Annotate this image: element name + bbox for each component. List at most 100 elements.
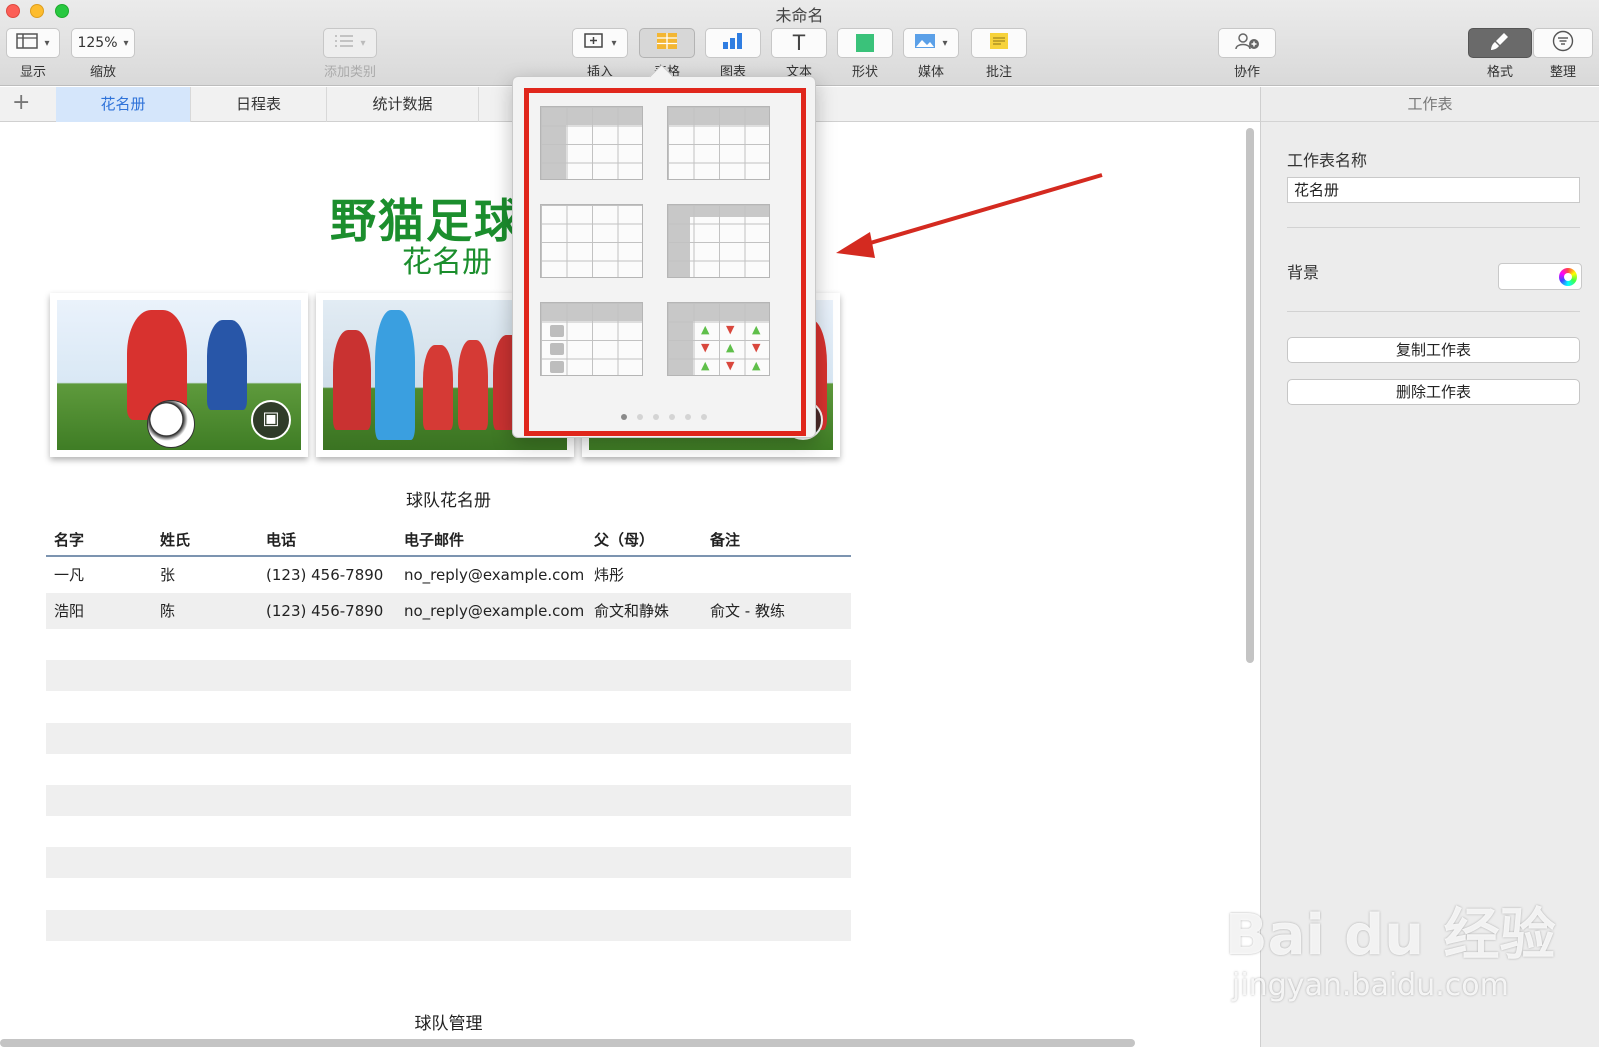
header-notes[interactable]: 备注 bbox=[702, 523, 740, 557]
baidu-watermark-url: jingyan.baidu.com bbox=[1232, 968, 1509, 1003]
color-wheel-icon[interactable] bbox=[1559, 268, 1577, 286]
duplicate-sheet-button[interactable]: 复制工作表 bbox=[1287, 337, 1580, 363]
photo-1[interactable]: ▣ bbox=[50, 293, 308, 457]
cell-last-name[interactable]: 陈 bbox=[152, 593, 175, 629]
shape-tool[interactable]: 形状 bbox=[837, 28, 893, 80]
organize-button[interactable] bbox=[1533, 28, 1593, 58]
media-tool[interactable]: ▾ 媒体 bbox=[903, 28, 959, 80]
comment-tool[interactable]: 批注 bbox=[971, 28, 1027, 80]
soccer-action-image: ▣ bbox=[57, 300, 301, 450]
divider bbox=[1287, 311, 1580, 312]
table-icon bbox=[656, 32, 678, 54]
table-button[interactable] bbox=[639, 28, 695, 58]
header-first-name[interactable]: 名字 bbox=[46, 523, 84, 557]
tab-schedule[interactable]: 日程表 bbox=[191, 87, 327, 122]
collaborate-button[interactable] bbox=[1218, 28, 1276, 58]
cell-last-name[interactable]: 张 bbox=[152, 557, 175, 593]
chart-button[interactable] bbox=[705, 28, 761, 58]
image-placeholder-icon[interactable]: ▣ bbox=[251, 400, 291, 440]
vertical-scrollbar[interactable] bbox=[1246, 128, 1254, 663]
chevron-down-icon: ▾ bbox=[942, 37, 948, 49]
empty-table-row[interactable] bbox=[46, 785, 851, 816]
format-button[interactable] bbox=[1468, 28, 1532, 58]
tab-statistics[interactable]: 统计数据 bbox=[327, 87, 479, 122]
baidu-watermark-logo: Bai du 经验 bbox=[1225, 903, 1556, 968]
cell-notes[interactable]: 俞文 - 教练 bbox=[702, 593, 785, 629]
document-subtitle[interactable]: 花名册 bbox=[402, 237, 492, 281]
cell-phone[interactable]: (123) 456-7890 bbox=[258, 593, 383, 629]
empty-table-row[interactable] bbox=[46, 847, 851, 878]
zoom-tool[interactable]: 125% ▾ 缩放 bbox=[71, 28, 135, 80]
cell-phone[interactable]: (123) 456-7890 bbox=[258, 557, 383, 593]
toolbar: 未命名 ▾ 显示 125% ▾ 缩放 ▾ 添加类别 ▾ 插入 图表 T 文本 形… bbox=[0, 0, 1599, 86]
table-header-row: 名字 姓氏 电话 电子邮件 父（母） 备注 bbox=[46, 523, 851, 557]
add-person-icon bbox=[1234, 32, 1260, 54]
comment-icon bbox=[989, 32, 1009, 54]
organize-label: 整理 bbox=[1549, 65, 1576, 80]
empty-table-row[interactable] bbox=[46, 723, 851, 754]
inspector-header: 工作表 bbox=[1261, 87, 1599, 122]
insert-button[interactable]: ▾ bbox=[572, 28, 628, 58]
paintbrush-icon bbox=[1490, 31, 1510, 55]
text-tool[interactable]: T 文本 bbox=[771, 28, 827, 80]
sheet-name-label: 工作表名称 bbox=[1287, 151, 1368, 170]
organize-tool[interactable]: 整理 bbox=[1533, 28, 1593, 80]
chevron-down-icon: ▾ bbox=[123, 37, 129, 49]
add-category-button[interactable]: ▾ bbox=[323, 28, 377, 58]
image-icon bbox=[914, 33, 936, 53]
roster-table-title[interactable]: 球队花名册 bbox=[0, 486, 897, 511]
cell-email[interactable]: no_reply@example.com bbox=[396, 593, 584, 629]
header-last-name[interactable]: 姓氏 bbox=[152, 523, 190, 557]
chart-tool[interactable]: 图表 bbox=[705, 28, 761, 80]
team-management-title[interactable]: 球队管理 bbox=[0, 1009, 897, 1034]
chevron-down-icon: ▾ bbox=[611, 37, 617, 49]
chevron-down-icon: ▾ bbox=[360, 37, 366, 49]
header-phone[interactable]: 电话 bbox=[258, 523, 296, 557]
empty-table-row[interactable] bbox=[46, 910, 851, 941]
insert-tool[interactable]: ▾ 插入 bbox=[572, 28, 628, 80]
shape-button[interactable] bbox=[837, 28, 893, 58]
divider bbox=[1287, 227, 1580, 228]
delete-sheet-button[interactable]: 删除工作表 bbox=[1287, 379, 1580, 405]
collaborate-label: 协作 bbox=[1233, 65, 1260, 80]
view-tool[interactable]: ▾ 显示 bbox=[6, 28, 60, 80]
roster-table[interactable]: 名字 姓氏 电话 电子邮件 父（母） 备注 一凡 张 (123) 456-789… bbox=[46, 523, 851, 629]
background-label: 背景 bbox=[1287, 263, 1320, 282]
chevron-down-icon: ▾ bbox=[44, 37, 50, 49]
empty-table-row[interactable] bbox=[46, 660, 851, 691]
list-icon bbox=[334, 34, 354, 52]
text-icon: T bbox=[792, 30, 806, 55]
table-row: 浩阳 陈 (123) 456-7890 no_reply@example.com… bbox=[46, 593, 851, 629]
text-button[interactable]: T bbox=[771, 28, 827, 58]
annotation-highlight-box bbox=[524, 88, 806, 436]
add-sheet-button[interactable]: + bbox=[12, 90, 30, 115]
background-color-well[interactable] bbox=[1498, 263, 1582, 290]
media-button[interactable]: ▾ bbox=[903, 28, 959, 58]
horizontal-scrollbar[interactable] bbox=[0, 1039, 1135, 1047]
header-email[interactable]: 电子邮件 bbox=[396, 523, 464, 557]
collaborate-tool[interactable]: 协作 bbox=[1218, 28, 1276, 80]
cell-first-name[interactable]: 浩阳 bbox=[46, 593, 84, 629]
filter-icon bbox=[1552, 30, 1574, 56]
sheet-name-field[interactable]: 花名册 bbox=[1287, 177, 1580, 203]
shape-icon bbox=[856, 34, 874, 52]
shape-label: 形状 bbox=[851, 65, 878, 80]
category-label: 添加类别 bbox=[323, 65, 376, 80]
sidebar-icon bbox=[16, 33, 39, 53]
tab-roster[interactable]: 花名册 bbox=[56, 87, 191, 122]
format-tool[interactable]: 格式 bbox=[1468, 28, 1532, 80]
cell-email[interactable]: no_reply@example.com bbox=[396, 557, 584, 593]
bar-chart-icon bbox=[721, 32, 745, 54]
cell-parent[interactable]: 俞文和静姝 bbox=[586, 593, 669, 629]
view-button[interactable]: ▾ bbox=[6, 28, 60, 58]
format-label: 格式 bbox=[1486, 65, 1513, 80]
zoom-select[interactable]: 125% ▾ bbox=[71, 28, 135, 58]
comment-label: 批注 bbox=[985, 65, 1012, 80]
media-label: 媒体 bbox=[917, 65, 944, 80]
comment-button[interactable] bbox=[971, 28, 1027, 58]
category-tool[interactable]: ▾ 添加类别 bbox=[323, 28, 377, 80]
cell-first-name[interactable]: 一凡 bbox=[46, 557, 84, 593]
table-row: 一凡 张 (123) 456-7890 no_reply@example.com… bbox=[46, 557, 851, 593]
header-parent[interactable]: 父（母） bbox=[586, 523, 654, 557]
cell-parent[interactable]: 炜彤 bbox=[586, 557, 624, 593]
